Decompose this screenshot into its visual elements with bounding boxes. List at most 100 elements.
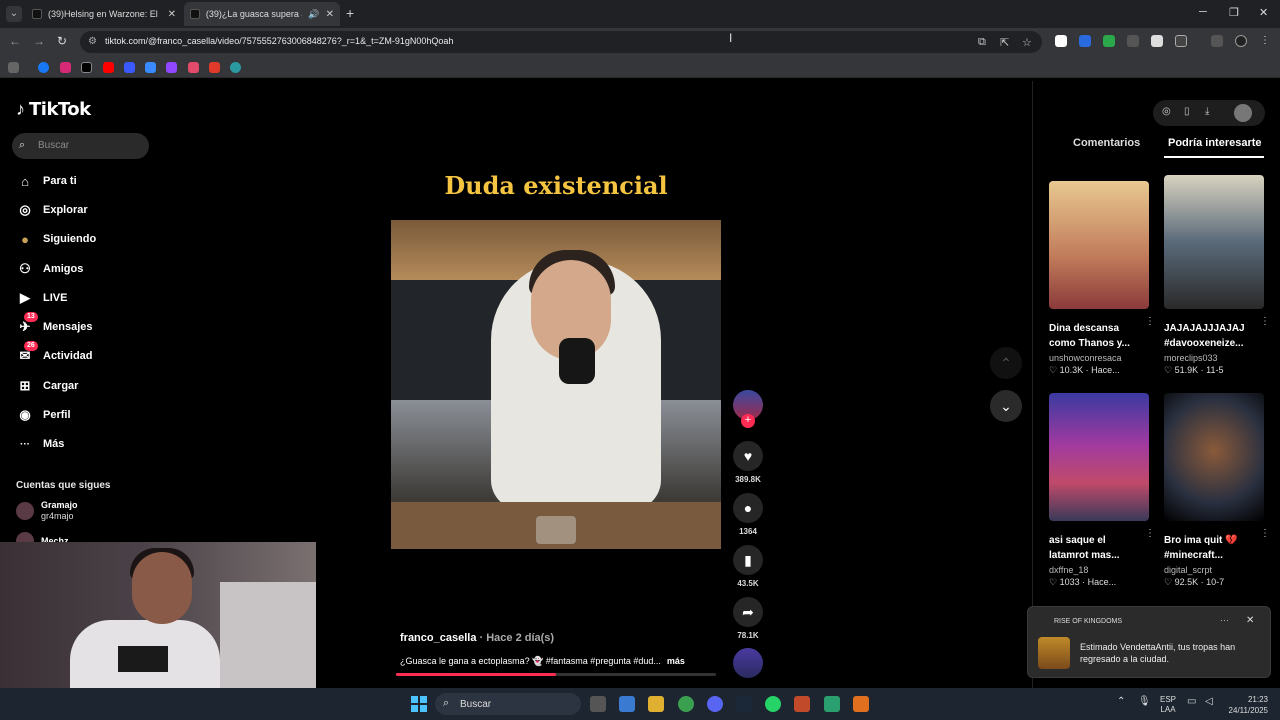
recommended-video-card[interactable]: JAJAJAJJJAJAJ #davooxeneize... ⋮ morecli… bbox=[1164, 175, 1270, 376]
discord-icon[interactable] bbox=[707, 696, 723, 712]
microphone-icon[interactable]: 🎙 bbox=[1138, 696, 1151, 707]
address-bar[interactable]: ⚙ tiktok.com/@franco_casella/video/75755… bbox=[80, 31, 1042, 53]
video-player[interactable] bbox=[391, 220, 721, 549]
nav-live[interactable]: ▶ LIVE bbox=[16, 287, 67, 309]
nav-cargar[interactable]: ⊞ Cargar bbox=[16, 375, 79, 397]
minimize-button[interactable]: ─ bbox=[1199, 6, 1207, 18]
browser-menu-icon[interactable]: ⋮ bbox=[1259, 35, 1271, 47]
recommended-video-card[interactable]: asi saque el latamrot mas... ⋮ dxffne_18… bbox=[1049, 393, 1155, 588]
share-button[interactable]: ➦ 78.1K bbox=[732, 597, 764, 640]
next-video-button[interactable]: ⌄ bbox=[990, 390, 1022, 422]
tiktok-logo[interactable]: ♪ TikTok bbox=[16, 99, 91, 120]
windows-start-icon[interactable] bbox=[411, 696, 427, 712]
nav-siguiendo[interactable]: ● Siguiendo bbox=[16, 228, 96, 250]
bookmark-icon[interactable] bbox=[188, 62, 199, 73]
site-info-icon[interactable]: ⚙ bbox=[88, 36, 97, 47]
system-notification[interactable]: RISE OF KINGDOMS ··· ✕ Estimado Vendetta… bbox=[1027, 606, 1271, 678]
close-window-button[interactable]: ✕ bbox=[1259, 6, 1268, 19]
notification-close-icon[interactable]: ✕ bbox=[1246, 615, 1254, 626]
nav-perfil[interactable]: ◉ Perfil bbox=[16, 404, 70, 426]
user-avatar[interactable] bbox=[1234, 104, 1252, 122]
comment-button[interactable]: ● 1364 bbox=[732, 493, 764, 536]
system-clock[interactable]: 21:23 24/11/2025 bbox=[1222, 694, 1268, 716]
new-tab-button[interactable]: + bbox=[346, 5, 354, 21]
tab-close-icon[interactable]: ✕ bbox=[326, 9, 334, 20]
file-explorer-icon[interactable] bbox=[648, 696, 664, 712]
bookmark-icon[interactable] bbox=[124, 62, 135, 73]
youtube-icon[interactable] bbox=[103, 62, 114, 73]
volume-icon[interactable]: ◁ bbox=[1205, 696, 1213, 707]
recommended-video-card[interactable]: Dina descansa como Thanos y... ⋮ unshowc… bbox=[1049, 181, 1155, 376]
video-thumbnail[interactable] bbox=[1049, 393, 1149, 521]
video-thumbnail[interactable] bbox=[1049, 181, 1149, 309]
nav-mensajes[interactable]: ✈ 13 Mensajes bbox=[16, 312, 93, 338]
notification-menu-icon[interactable]: ··· bbox=[1220, 615, 1229, 625]
sound-disc-icon[interactable] bbox=[733, 648, 763, 678]
browser-tab-1[interactable]: (39)Helsing en Warzone: El Co ✕ bbox=[26, 2, 182, 26]
nav-mas[interactable]: ··· Más bbox=[16, 433, 64, 455]
chrome-icon[interactable] bbox=[678, 696, 694, 712]
more-options-icon[interactable]: ⋮ bbox=[1145, 316, 1155, 327]
tab-comentarios[interactable]: Comentarios bbox=[1073, 137, 1140, 149]
follow-plus-icon[interactable]: + bbox=[741, 414, 755, 428]
twitch-icon[interactable] bbox=[166, 62, 177, 73]
following-account[interactable]: Gramajo gr4majo bbox=[16, 500, 78, 522]
recommended-video-card[interactable]: Bro ima quit 💔 #minecraft... ⋮ digital_s… bbox=[1164, 393, 1270, 588]
bookmark-icon[interactable] bbox=[209, 62, 220, 73]
tab-media-icon[interactable] bbox=[1211, 35, 1223, 47]
tab-close-icon[interactable]: ✕ bbox=[168, 9, 176, 20]
browser-tab-2[interactable]: (39)¿La guasca supera al ec 🔊 ✕ bbox=[184, 2, 340, 26]
extension-icon[interactable] bbox=[1151, 35, 1163, 47]
video-author[interactable]: franco_casella · Hace 2 día(s) bbox=[400, 632, 554, 644]
tab-search-button[interactable]: ⌄ bbox=[6, 6, 22, 22]
phone-icon[interactable]: ▯ bbox=[1184, 106, 1190, 117]
store-icon[interactable] bbox=[619, 696, 635, 712]
audio-playing-icon[interactable]: 🔊 bbox=[308, 9, 319, 20]
facebook-icon[interactable] bbox=[38, 62, 49, 73]
app-icon[interactable] bbox=[794, 696, 810, 712]
bookmark-icon[interactable] bbox=[230, 62, 241, 73]
steam-icon[interactable] bbox=[736, 696, 752, 712]
video-progress-bar[interactable] bbox=[396, 673, 716, 676]
more-link[interactable]: más bbox=[667, 656, 685, 666]
task-view-icon[interactable] bbox=[590, 696, 606, 712]
author-name[interactable]: franco_casella bbox=[400, 632, 476, 644]
install-app-icon[interactable]: ⇱ bbox=[1000, 36, 1009, 49]
search-input[interactable]: ⌕ Buscar bbox=[12, 133, 149, 159]
profile-avatar-icon[interactable] bbox=[1235, 35, 1247, 47]
video-thumbnail[interactable] bbox=[1164, 393, 1264, 521]
nav-explorar[interactable]: ◎ Explorar bbox=[16, 199, 87, 221]
tray-overflow-icon[interactable]: ⌃ bbox=[1117, 696, 1125, 707]
nav-amigos[interactable]: ⚇ Amigos bbox=[16, 258, 83, 280]
whatsapp-icon[interactable] bbox=[765, 696, 781, 712]
restore-button[interactable]: ❐ bbox=[1229, 6, 1239, 19]
app-icon[interactable] bbox=[824, 696, 840, 712]
language-indicator[interactable]: ESP LAA bbox=[1160, 695, 1176, 715]
like-button[interactable]: ♥ 389.8K bbox=[732, 441, 764, 484]
shield-extension-icon[interactable] bbox=[1103, 35, 1115, 47]
previous-video-button[interactable]: ⌃ bbox=[990, 347, 1022, 379]
explore-icon[interactable]: ◎ bbox=[1162, 106, 1171, 117]
forward-button[interactable]: → bbox=[33, 34, 45, 48]
taskbar-search[interactable]: ⌕ Buscar bbox=[435, 693, 581, 715]
instagram-icon[interactable] bbox=[60, 62, 71, 73]
x-icon[interactable] bbox=[81, 62, 92, 73]
translate-icon[interactable]: ⧉ bbox=[978, 36, 986, 49]
bookmark-icon[interactable] bbox=[145, 62, 156, 73]
extension-icon[interactable] bbox=[1079, 35, 1091, 47]
back-button[interactable]: ← bbox=[9, 34, 21, 48]
reload-button[interactable]: ↻ bbox=[57, 34, 67, 48]
nav-actividad[interactable]: ✉ 26 Actividad bbox=[16, 341, 93, 367]
bookmark-star-icon[interactable]: ☆ bbox=[1022, 36, 1032, 49]
more-options-icon[interactable]: ⋮ bbox=[1260, 528, 1270, 539]
tab-podria-interesarte[interactable]: Podría interesarte bbox=[1168, 137, 1262, 149]
video-thumbnail[interactable] bbox=[1164, 175, 1264, 309]
save-button[interactable]: ▮ 43.5K bbox=[732, 545, 764, 588]
network-icon[interactable]: ▭ bbox=[1187, 696, 1196, 707]
more-options-icon[interactable]: ⋮ bbox=[1260, 316, 1270, 327]
more-options-icon[interactable]: ⋮ bbox=[1145, 528, 1155, 539]
extension-icon[interactable] bbox=[1055, 35, 1067, 47]
apps-grid-icon[interactable] bbox=[8, 62, 19, 73]
download-icon[interactable]: ⤓ bbox=[1205, 106, 1209, 117]
app-icon[interactable] bbox=[853, 696, 869, 712]
